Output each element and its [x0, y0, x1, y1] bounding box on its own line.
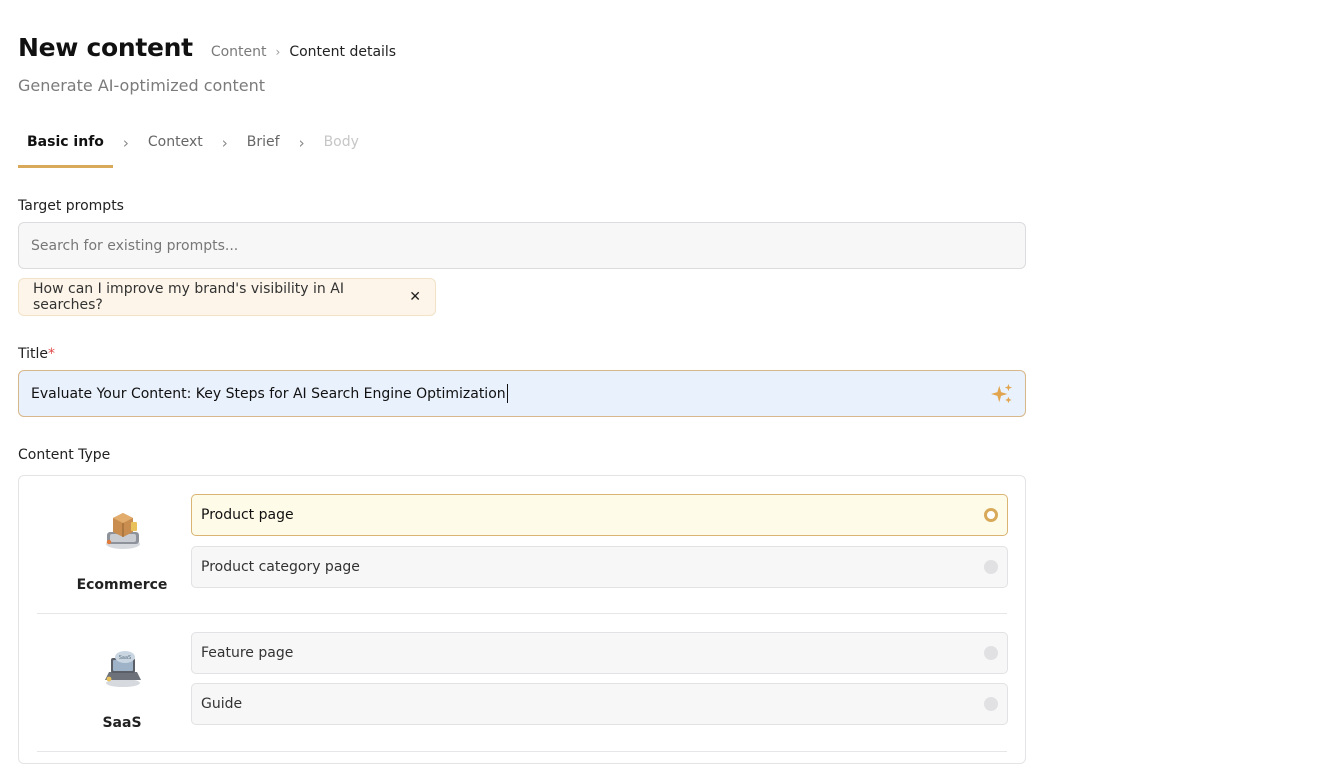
step-tabs: Basic info › Context › Brief › Body [18, 126, 368, 168]
radio-icon[interactable] [984, 560, 998, 574]
option-feature-page[interactable]: Feature page [191, 632, 1008, 674]
radio-selected-icon[interactable] [984, 508, 998, 522]
option-label: Product page [201, 507, 294, 523]
svg-text:SaaS: SaaS [119, 655, 131, 661]
step-context[interactable]: Context [139, 126, 212, 168]
group-divider [37, 751, 1007, 752]
title-label: Title* [18, 346, 55, 362]
option-label: Feature page [201, 645, 294, 661]
prompt-search-input[interactable] [31, 237, 1013, 254]
group-divider [37, 613, 1007, 614]
option-label: Guide [201, 696, 243, 712]
close-icon[interactable]: ✕ [409, 289, 421, 305]
saas-laptop-icon: SaaS [105, 651, 141, 687]
required-mark: * [48, 346, 56, 362]
step-brief[interactable]: Brief [238, 126, 289, 168]
step-basic-info[interactable]: Basic info [18, 126, 113, 168]
step-body: Body [323, 134, 359, 150]
target-prompts-label: Target prompts [18, 198, 124, 214]
prompt-chip: How can I improve my brand's visibility … [18, 278, 436, 316]
title-field[interactable]: Evaluate Your Content: Key Steps for AI … [18, 370, 1026, 417]
chevron-right-icon: › [122, 134, 129, 152]
group-label-saas: SaaS [102, 715, 142, 731]
option-product-page[interactable]: Product page [191, 494, 1008, 536]
option-guide[interactable]: Guide [191, 683, 1008, 725]
chevron-right-icon: › [221, 134, 228, 152]
sparkle-icon[interactable] [991, 383, 1013, 405]
radio-icon[interactable] [984, 697, 998, 711]
breadcrumb: Content › Content details [211, 44, 396, 60]
content-type-card: Ecommerce Product page Product category … [18, 475, 1026, 764]
page-subtitle: Generate AI-optimized content [18, 76, 265, 95]
group-label-ecommerce: Ecommerce [76, 577, 168, 593]
ecommerce-package-icon [106, 513, 140, 549]
title-value[interactable]: Evaluate Your Content: Key Steps for AI … [31, 386, 506, 402]
page-header: New content Content › Content details [18, 33, 396, 62]
prompt-chip-label: How can I improve my brand's visibility … [33, 281, 344, 313]
text-caret [506, 384, 508, 403]
breadcrumb-content-details: Content details [289, 44, 397, 60]
radio-icon[interactable] [984, 646, 998, 660]
page-title: New content [18, 33, 193, 62]
title-label-text: Title [18, 346, 49, 362]
chevron-right-icon: › [298, 134, 305, 152]
prompt-search-box[interactable] [18, 222, 1026, 269]
chevron-right-icon: › [275, 45, 281, 59]
option-product-category-page[interactable]: Product category page [191, 546, 1008, 588]
option-label: Product category page [201, 559, 360, 575]
content-type-label: Content Type [18, 447, 111, 463]
breadcrumb-content[interactable]: Content [211, 44, 267, 60]
